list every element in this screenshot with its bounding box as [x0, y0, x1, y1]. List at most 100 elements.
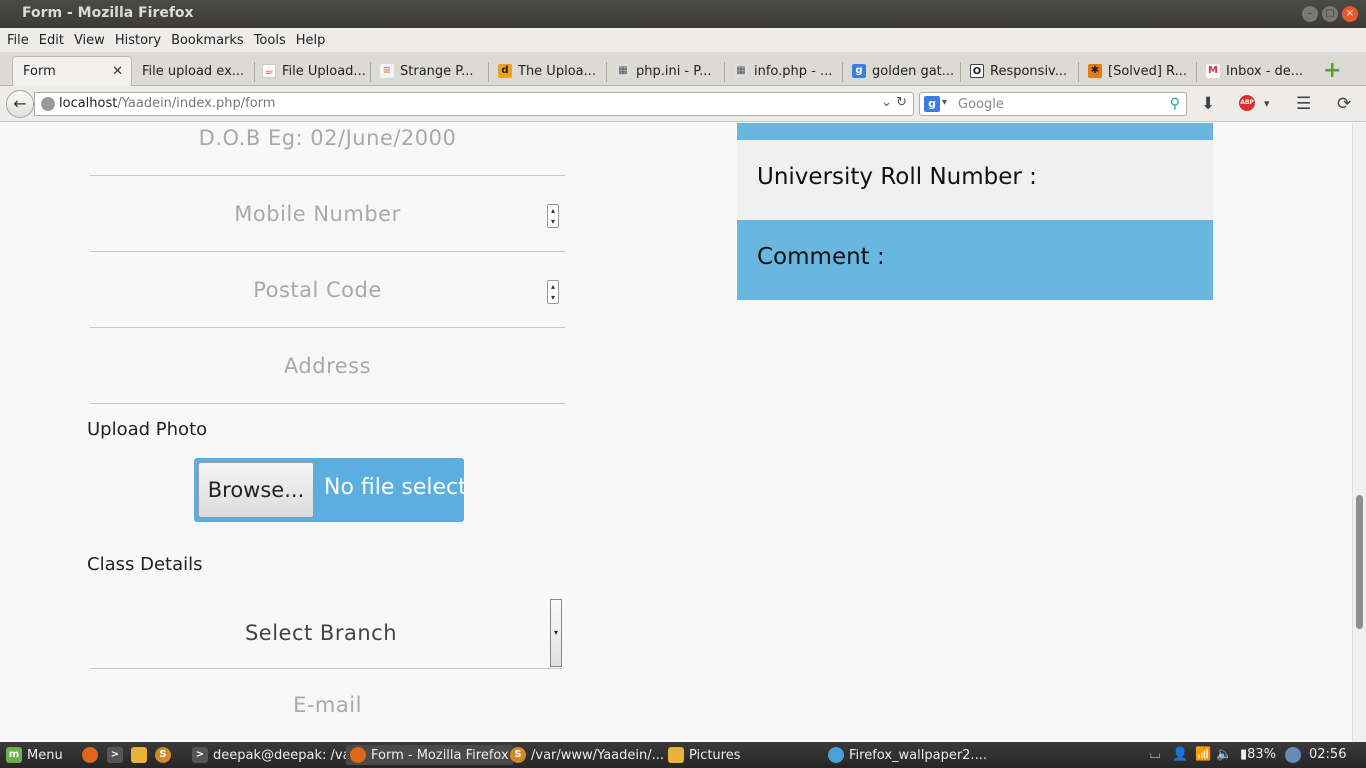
postal-placeholder: Postal Code: [253, 278, 382, 302]
tab-separator: [1196, 62, 1197, 82]
upload-photo-label: Upload Photo: [87, 419, 208, 440]
user-icon[interactable]: 👤: [1172, 747, 1188, 762]
page-scrollbar[interactable]: [1352, 123, 1366, 742]
menu-tools[interactable]: Tools: [249, 33, 291, 48]
chevron-down-icon[interactable]: ▾: [550, 599, 562, 667]
tab-separator: [724, 62, 725, 82]
stackoverflow-icon: ≡: [380, 64, 394, 78]
mobile-placeholder: Mobile Number: [234, 202, 401, 226]
dob-placeholder: D.O.B Eg: 02/June/2000: [198, 126, 457, 150]
tab-strange[interactable]: ≡ Strange P...: [374, 56, 484, 86]
tab-label: Strange P...: [400, 63, 474, 79]
dob-field[interactable]: D.O.B Eg: 02/June/2000: [90, 123, 565, 176]
search-icon[interactable]: ⚲: [1170, 96, 1180, 112]
php-icon: ▦: [734, 64, 748, 78]
email-placeholder[interactable]: E-mail: [90, 693, 565, 717]
taskbar-sublime-window[interactable]: S /var/www/Yaadein/...: [510, 747, 664, 763]
taskbar-item-label: Form - Mozilla Firefox: [371, 747, 509, 763]
url-path: /Yaadein/index.php/form: [117, 96, 276, 111]
start-menu-button[interactable]: m Menu: [6, 747, 63, 763]
tab-form[interactable]: Form ✕: [12, 56, 132, 86]
number-spinner-icon[interactable]: ▴ ▾: [547, 280, 559, 304]
tab-solved[interactable]: ✱ [Solved] R...: [1082, 56, 1194, 86]
browse-button[interactable]: Browse...: [198, 462, 314, 518]
terminal-icon: >: [192, 747, 208, 763]
taskbar-image-viewer-window[interactable]: Firefox_wallpaper2....: [828, 747, 987, 763]
tab-label: golden gat...: [872, 63, 955, 79]
image-viewer-icon: [828, 747, 844, 763]
close-window-icon[interactable]: ×: [1342, 6, 1358, 22]
tab-label: Form: [23, 64, 56, 79]
battery-indicator[interactable]: ▮ 83%: [1240, 747, 1276, 762]
launcher-sublime[interactable]: S: [155, 747, 176, 763]
address-placeholder: Address: [283, 354, 372, 378]
tab-file-upload[interactable]: ☕ File Upload...: [256, 56, 368, 86]
show-desktop-icon[interactable]: ⌴: [1150, 747, 1160, 762]
file-upload-input[interactable]: Browse... No file selected.: [194, 458, 464, 522]
launcher-files[interactable]: [131, 747, 152, 763]
network-manager-icon: [1285, 747, 1301, 763]
url-bar[interactable]: localhost/Yaadein/index.php/form ⌄ ↻: [34, 92, 914, 116]
menu-history[interactable]: History: [110, 33, 166, 48]
menu-bookmarks[interactable]: Bookmarks: [166, 33, 249, 48]
tab-separator: [960, 62, 961, 82]
launcher-firefox[interactable]: [82, 747, 103, 763]
tab-label: info.php - ...: [754, 63, 833, 79]
new-tab-icon[interactable]: +: [1323, 58, 1341, 83]
search-bar[interactable]: g ▾ Google ⚲: [919, 92, 1187, 116]
page-content: D.O.B Eg: 02/June/2000 Mobile Number ▴ ▾ …: [0, 123, 1352, 742]
chevron-down-icon[interactable]: ▾: [942, 97, 947, 108]
adblock-icon[interactable]: ABP: [1239, 95, 1255, 111]
sublime-icon: S: [510, 747, 526, 763]
mobile-number-field[interactable]: Mobile Number ▴ ▾: [90, 176, 565, 252]
tab-inbox[interactable]: M Inbox - de...: [1200, 56, 1312, 86]
download-icon[interactable]: ⬇: [1201, 94, 1215, 114]
taskbar-pictures-window[interactable]: Pictures: [668, 747, 740, 763]
chevron-down-icon[interactable]: ▾: [1264, 97, 1270, 110]
menu-bar: File Edit View History Bookmarks Tools H…: [0, 28, 1366, 52]
tab-responsive[interactable]: O Responsiv...: [964, 56, 1076, 86]
address-field[interactable]: Address: [90, 328, 565, 404]
hamburger-menu-icon[interactable]: ☰: [1296, 94, 1311, 114]
tab-golden-gate[interactable]: g golden gat...: [846, 56, 956, 86]
menu-label: Menu: [27, 747, 63, 763]
back-arrow-icon[interactable]: ←: [6, 90, 34, 118]
folder-icon: [131, 747, 147, 763]
taskbar-firefox-window[interactable]: Form - Mozilla Firefox: [346, 745, 513, 765]
taskbar-item-label: Pictures: [689, 747, 741, 763]
google-search-icon[interactable]: g: [924, 96, 940, 112]
gmail-icon: M: [1206, 64, 1220, 78]
volume-icon[interactable]: 🔈: [1216, 747, 1232, 762]
maximize-icon[interactable]: □: [1322, 6, 1338, 22]
network-icon[interactable]: [1285, 747, 1306, 763]
launcher-terminal[interactable]: >: [107, 747, 128, 763]
window-title: Form - Mozilla Firefox: [22, 5, 194, 21]
number-spinner-icon[interactable]: ▴ ▾: [547, 204, 559, 228]
minimize-icon[interactable]: –: [1302, 6, 1318, 22]
taskbar-terminal[interactable]: > deepak@deepak: /va...: [192, 747, 363, 763]
tab-label: File Upload...: [282, 63, 366, 79]
tab-the-upload[interactable]: d The Uploa...: [492, 56, 602, 86]
tab-bar: Form ✕ File upload ex... ☕ File Upload..…: [0, 52, 1366, 86]
tab-file-upload-example[interactable]: File upload ex...: [136, 56, 254, 86]
postal-code-field[interactable]: Postal Code ▴ ▾: [90, 252, 565, 328]
battery-percent: 83%: [1247, 747, 1277, 762]
url-text: localhost/Yaadein/index.php/form: [59, 96, 275, 111]
branch-select[interactable]: Select Branch ▾: [90, 599, 562, 669]
tab-info-php[interactable]: ▦ info.php - ...: [728, 56, 838, 86]
scrollbar-thumb[interactable]: [1356, 495, 1363, 629]
menu-edit[interactable]: Edit: [34, 33, 69, 48]
sync-icon[interactable]: ⟳: [1337, 94, 1351, 114]
dropdown-reload-icon[interactable]: ⌄ ↻: [881, 95, 907, 110]
tab-label: The Uploa...: [518, 63, 597, 79]
menu-help[interactable]: Help: [291, 33, 331, 48]
clock[interactable]: 02:56: [1309, 747, 1346, 762]
close-tab-icon[interactable]: ✕: [112, 64, 123, 79]
menu-view[interactable]: View: [69, 33, 110, 48]
tab-separator: [370, 62, 371, 82]
wifi-icon[interactable]: 📶: [1195, 747, 1211, 762]
menu-file[interactable]: File: [2, 33, 34, 48]
tab-label: [Solved] R...: [1108, 63, 1188, 79]
tab-php-ini[interactable]: ▦ php.ini - P...: [610, 56, 720, 86]
php-icon: ▦: [616, 64, 630, 78]
